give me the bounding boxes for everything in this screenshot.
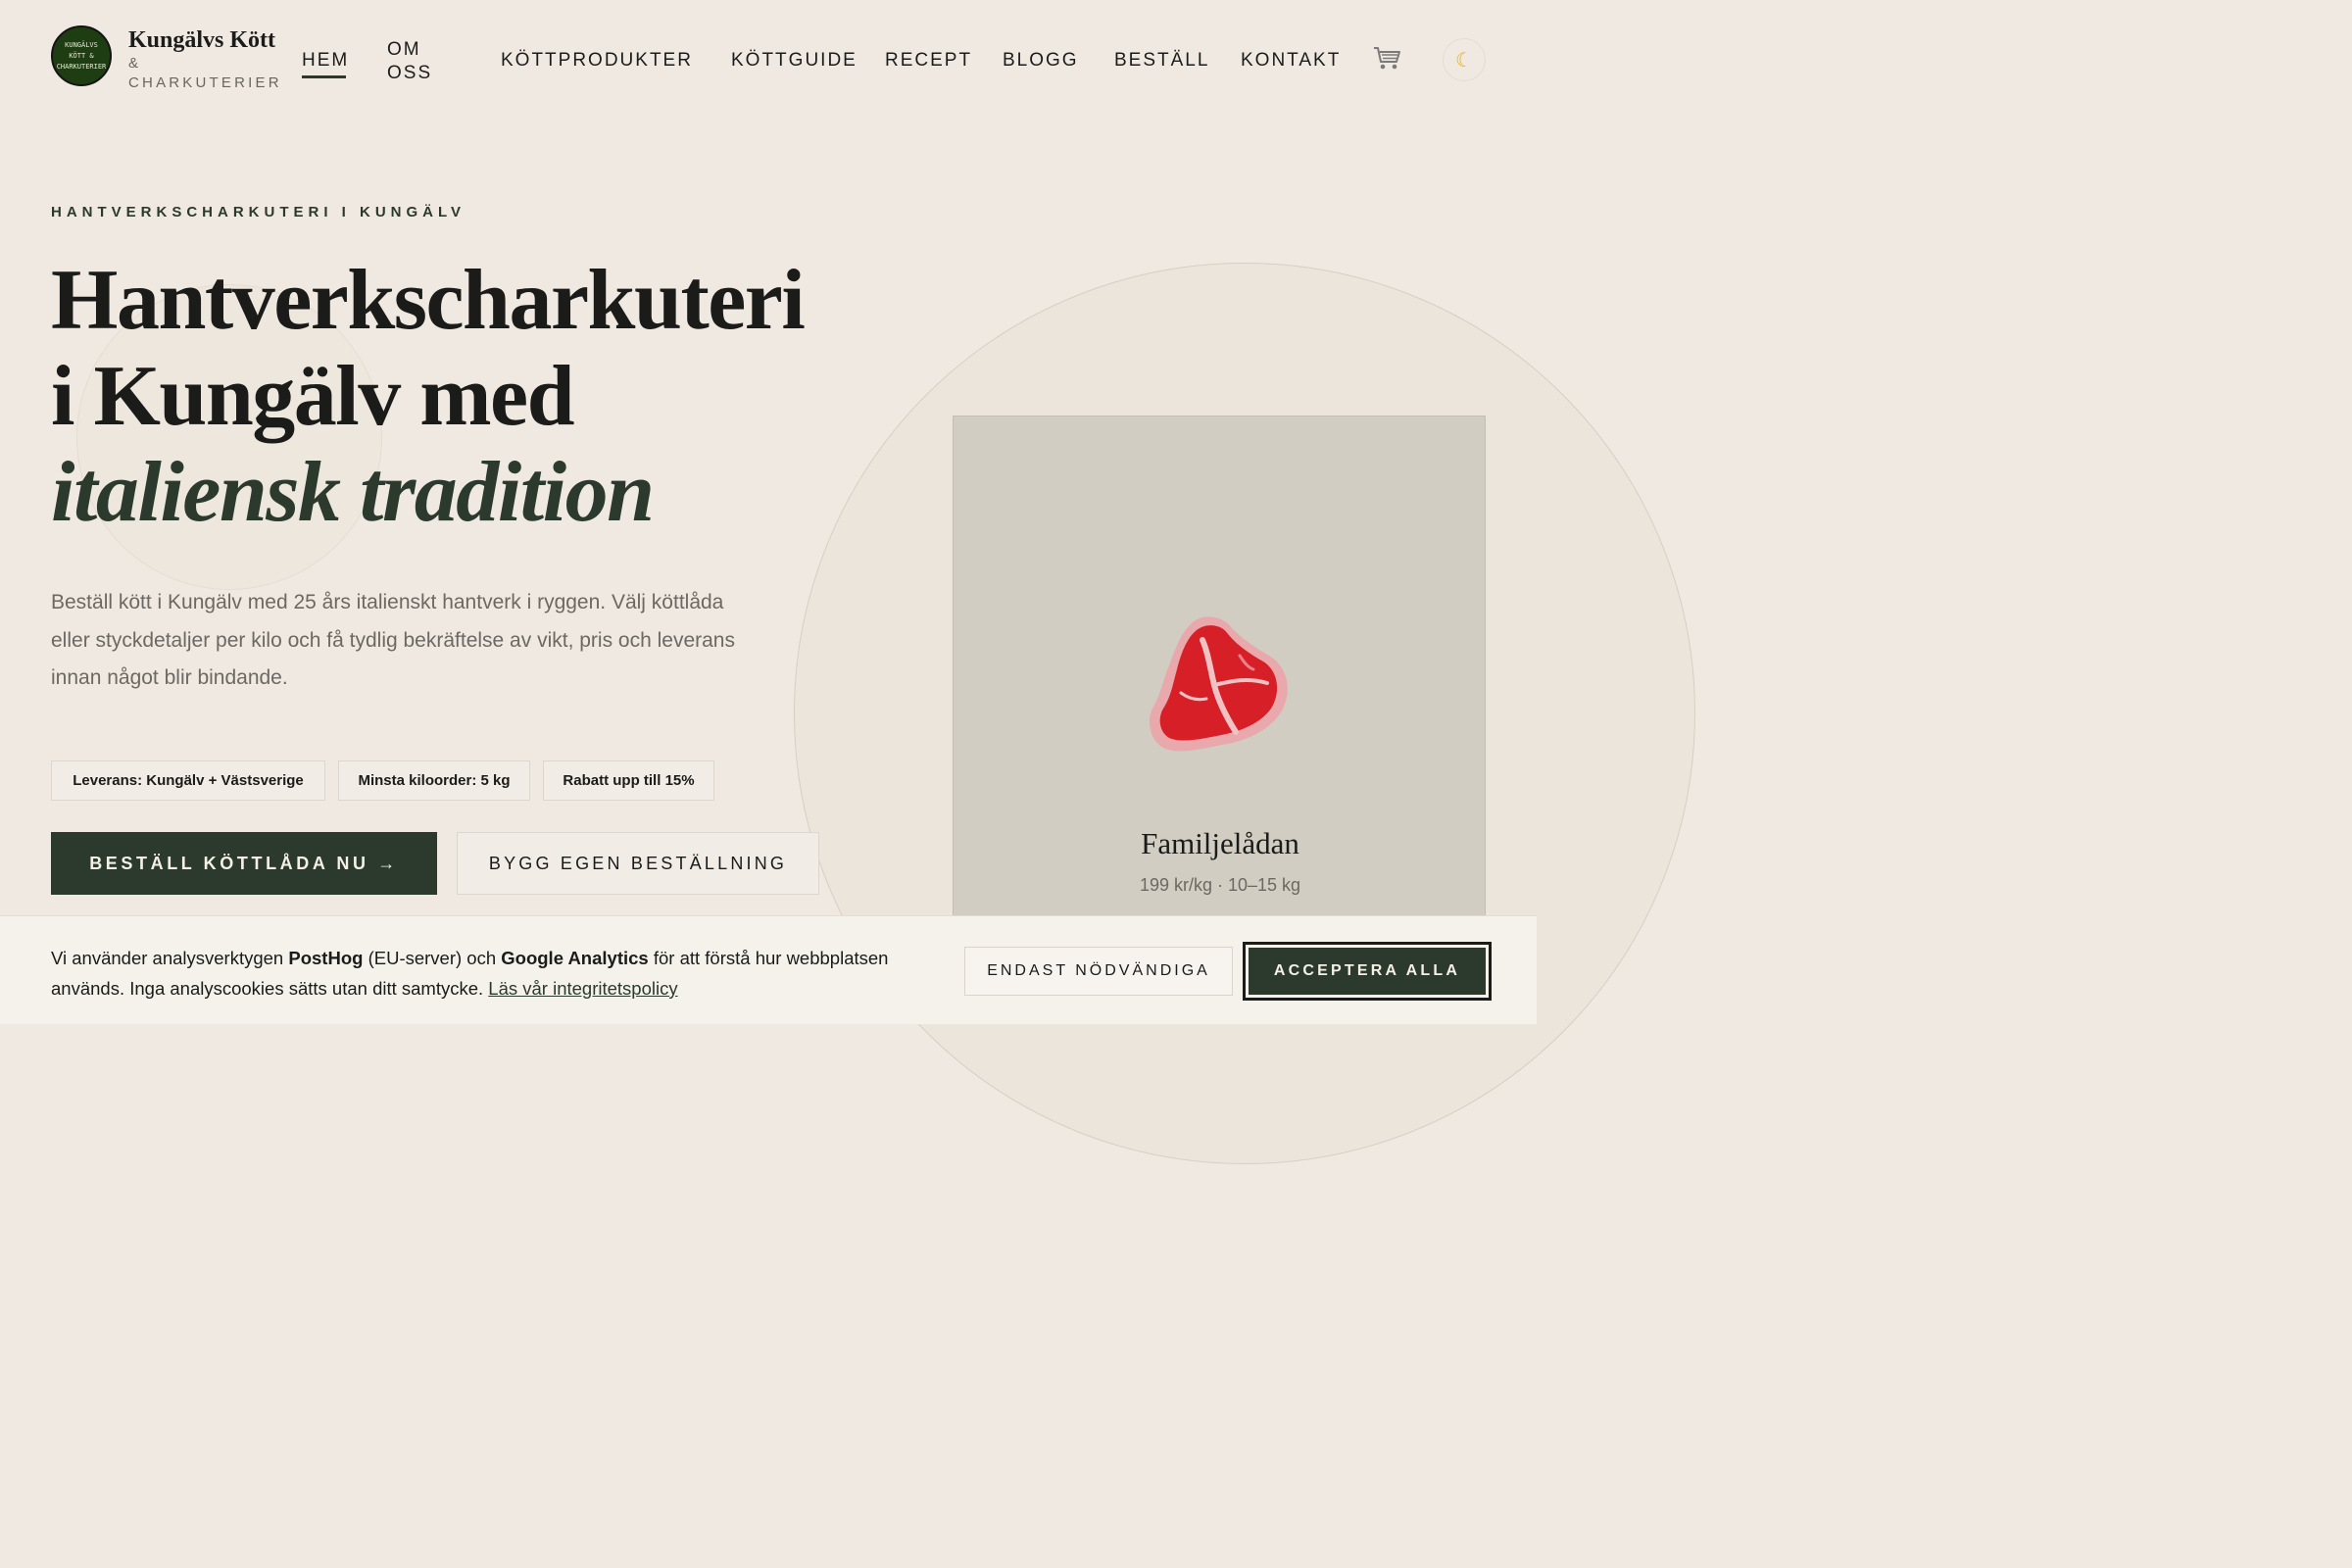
build-order-button[interactable]: BYGG EGEN BESTÄLLNING bbox=[457, 832, 819, 895]
brand-name[interactable]: Kungälvs Kött bbox=[128, 27, 275, 54]
hero-eyebrow: HANTVERKSCHARKUTERI I KUNGÄLV bbox=[51, 204, 466, 220]
hero-lead-text: Beställ kött i Kungälv med 25 års italie… bbox=[51, 591, 735, 689]
cookie-text: Vi använder analysverktygen PostHog (EU-… bbox=[51, 943, 933, 1004]
nav-link-kottguide[interactable]: KÖTTGUIDE bbox=[731, 50, 858, 72]
accept-all-button[interactable]: ACCEPTERA ALLA bbox=[1243, 942, 1492, 1001]
necessary-only-button[interactable]: ENDAST NÖDVÄNDIGA bbox=[964, 947, 1233, 996]
cookie-text-part2: (EU-server) och bbox=[363, 948, 502, 968]
headline-italic: italiensk tradition bbox=[51, 445, 655, 540]
chip-minsta-kiloorder: Minsta kiloorder: 5 kg bbox=[338, 760, 530, 801]
steak-icon bbox=[1146, 611, 1295, 758]
chip-rabatt: Rabatt upp till 15% bbox=[543, 760, 714, 801]
nav-link-blogg[interactable]: BLOGG bbox=[1003, 50, 1079, 72]
logo-badge-line1: KUNGÄLVS bbox=[65, 40, 98, 49]
cookie-text-part1: Vi använder analysverktygen bbox=[51, 948, 289, 968]
headline-line2: i Kungälv med bbox=[51, 349, 575, 444]
nav-om-line2: OSS bbox=[387, 63, 433, 83]
cookie-posthog: PostHog bbox=[288, 948, 364, 968]
chip-leverans: Leverans: Kungälv + Västsverige bbox=[51, 760, 325, 801]
nav-link-kontakt[interactable]: KONTAKT bbox=[1241, 50, 1341, 72]
product-card[interactable]: Familjelådan 199 kr/kg · 10–15 kg bbox=[953, 416, 1486, 945]
logo-badge-line2: KÖTT & bbox=[69, 51, 94, 60]
nav-link-bestall[interactable]: BESTÄLL bbox=[1114, 50, 1209, 72]
nav-link-hem[interactable]: HEM bbox=[302, 50, 349, 72]
nav-active-indicator bbox=[302, 75, 346, 78]
brand-amp: & bbox=[128, 55, 139, 72]
headline-line1: Hantverkscharkuteri bbox=[51, 253, 806, 348]
brand-subtitle: CHARKUTERIER bbox=[128, 74, 282, 91]
card-title: Familjelådan bbox=[1141, 826, 1299, 860]
privacy-policy-link[interactable]: Läs vår integritetspolicy bbox=[488, 978, 677, 999]
logo-badge-line3: CHARKUTERIER bbox=[56, 62, 107, 71]
card-price-weight: 199 kr/kg · 10–15 kg bbox=[1139, 875, 1301, 895]
cookie-google-analytics: Google Analytics bbox=[501, 948, 649, 968]
site-header: KUNGÄLVS KÖTT & CHARKUTERIER Kungälvs Kö… bbox=[0, 0, 1537, 122]
nav-om-line1: OM bbox=[387, 39, 421, 60]
cart-icon[interactable] bbox=[1372, 43, 1401, 73]
hero-headline: Hantverkscharkuteri i Kungälv med italie… bbox=[51, 253, 806, 541]
theme-toggle-button[interactable]: ☾ bbox=[1443, 38, 1486, 81]
nav-link-recept[interactable]: RECEPT bbox=[885, 50, 972, 72]
logo-badge[interactable]: KUNGÄLVS KÖTT & CHARKUTERIER bbox=[51, 25, 112, 86]
moon-icon: ☾ bbox=[1455, 49, 1473, 72]
nav-link-kottprodukter[interactable]: KÖTTPRODUKTER bbox=[501, 50, 693, 72]
order-box-button[interactable]: BESTÄLL KÖTTLÅDA NU → bbox=[51, 832, 437, 895]
cookie-banner: Vi använder analysverktygen PostHog (EU-… bbox=[0, 915, 1537, 1024]
nav-link-om-oss[interactable]: OM OSS bbox=[387, 38, 432, 85]
